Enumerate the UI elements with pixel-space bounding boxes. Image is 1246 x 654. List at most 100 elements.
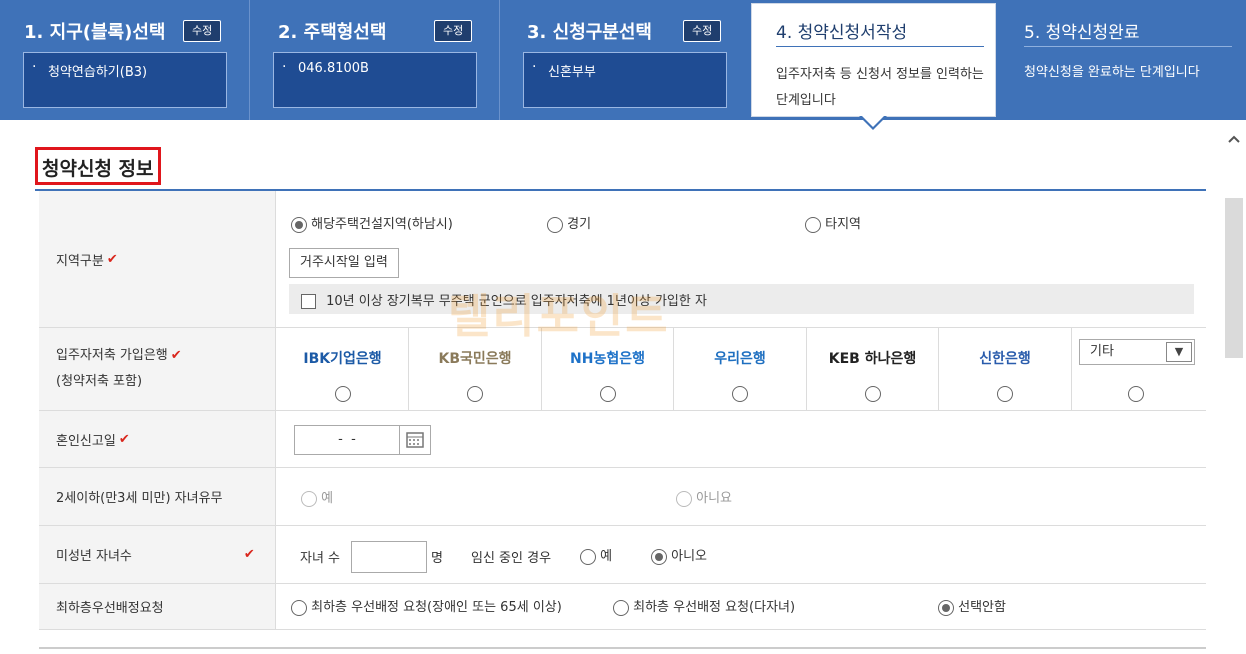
floor-option-disabled-elderly[interactable]: 최하층 우선배정 요청(장애인 또는 65세 이상) <box>291 596 562 616</box>
step-1-edit-button[interactable]: 수정 <box>183 20 222 42</box>
step-3-edit-button[interactable]: 수정 <box>683 20 722 42</box>
bank-woori[interactable]: 우리은행 <box>674 328 807 410</box>
region-option-gyeonggi[interactable]: 경기 <box>547 213 591 233</box>
bank-keb-radio[interactable] <box>864 386 881 402</box>
floor-label-text: 최하층우선배정요청 <box>56 601 164 616</box>
bank-other-radio[interactable] <box>1128 386 1144 402</box>
divider <box>776 46 984 47</box>
radio-icon[interactable] <box>291 599 307 616</box>
radio-icon[interactable] <box>676 490 692 507</box>
nh-logo: NH농협은행 <box>570 351 645 367</box>
residence-start-date-button[interactable]: 거주시작일 입력 <box>289 248 399 278</box>
pregnancy-option-no[interactable]: 아니오 <box>651 545 707 565</box>
floor-option-none[interactable]: 선택안함 <box>938 596 1006 616</box>
marriage-label: 혼인신고일 ✔ <box>39 411 276 467</box>
bank-other-select-value: 기타 <box>1090 344 1114 359</box>
calendar-button[interactable] <box>399 425 431 455</box>
scrollbar-thumb[interactable] <box>1225 198 1243 358</box>
step-3-title: 3. 신청구분선택 <box>527 22 652 43</box>
bank-shinhan[interactable]: 신한은행 <box>939 328 1072 410</box>
pregnancy-option-yes-label: 예 <box>600 549 613 564</box>
step-1-title: 1. 지구(블록)선택 <box>24 22 166 43</box>
infant-option-no-label: 아니요 <box>696 491 733 506</box>
children-row: 미성년 자녀수 ✔ 자녀 수 명 임신 중인 경우 예 아니오 <box>39 526 1206 584</box>
step-1: 1. 지구(블록)선택 수정 청약연습하기(B3) <box>0 0 249 120</box>
floor-row: 최하층우선배정요청 최하층 우선배정 요청(장애인 또는 65세 이상) 최하층… <box>39 584 1206 630</box>
infant-label-text: 2세이하(만3세 미만) 자녀유무 <box>56 491 223 506</box>
step-2: 2. 주택형선택 수정 046.8100B <box>250 0 499 120</box>
bank-keb[interactable]: KEB 하나은행 <box>807 328 939 410</box>
section-title: 청약신청 정보 <box>35 147 161 185</box>
bank-ibk[interactable]: IBK기업은행 <box>277 328 409 410</box>
step-5-title: 5. 청약신청완료 <box>1024 23 1140 43</box>
region-option-local-label: 해당주택건설지역(하남시) <box>311 217 453 232</box>
children-count-input[interactable] <box>351 541 427 573</box>
ibk-logo: IBK기업은행 <box>303 351 382 367</box>
divider <box>39 647 1206 649</box>
bank-shinhan-radio[interactable] <box>997 386 1013 402</box>
kb-logo: KB국민은행 <box>438 351 512 367</box>
pregnancy-option-yes[interactable]: 예 <box>580 545 612 565</box>
radio-icon[interactable] <box>301 490 317 507</box>
step-2-edit-button[interactable]: 수정 <box>434 20 473 42</box>
marriage-label-text: 혼인신고일 <box>56 433 116 449</box>
step-2-title: 2. 주택형선택 <box>278 22 387 43</box>
region-option-gyeonggi-label: 경기 <box>567 217 592 232</box>
floor-option-1-label: 최하층 우선배정 요청(장애인 또는 65세 이상) <box>311 600 562 615</box>
step-4-description: 입주자저축 등 신청서 정보를 인력하는 단계입니다 <box>776 67 984 108</box>
scroll-up-icon[interactable] <box>1227 134 1241 144</box>
woori-logo: 우리은행 <box>714 351 766 367</box>
step-3-value: 신혼부부 <box>523 52 727 108</box>
radio-icon[interactable] <box>291 216 307 233</box>
divider <box>1024 46 1232 47</box>
floor-option-2-label: 최하층 우선배정 요청(다자녀) <box>633 600 796 615</box>
pregnancy-option-no-label: 아니오 <box>671 549 708 564</box>
children-count-unit: 명 <box>431 551 443 566</box>
bank-label: 입주자저축 가입은행 ✔ (청약저축 포함) <box>39 328 276 410</box>
watermark: 텔리포인트 <box>448 289 670 343</box>
radio-icon[interactable] <box>805 216 821 233</box>
infant-option-yes-label: 예 <box>321 491 334 506</box>
shinhan-logo: 신한은행 <box>979 351 1031 367</box>
required-check-icon: ✔ <box>243 547 255 562</box>
region-option-local[interactable]: 해당주택건설지역(하남시) <box>291 213 453 233</box>
military-checkbox-row[interactable]: 10년 이상 장기복무 무주택 군인으로 입주자저축에 1년이상 가입한 자 <box>289 284 1194 314</box>
step-navigation: 1. 지구(블록)선택 수정 청약연습하기(B3) 2. 주택형선택 수정 04… <box>0 0 1246 120</box>
pregnancy-label: 임신 중인 경우 <box>471 551 552 566</box>
floor-option-3-label: 선택안함 <box>958 600 1006 615</box>
bank-nh-radio[interactable] <box>599 386 616 402</box>
radio-icon[interactable] <box>580 548 596 565</box>
bank-ibk-radio[interactable] <box>334 386 351 402</box>
step-4-title: 4. 청약신청서작성 <box>776 23 908 43</box>
bank-woori-radio[interactable] <box>732 386 748 402</box>
children-count-label: 자녀 수 <box>300 551 341 566</box>
bank-label-sub: (청약저축 포함) <box>56 374 143 389</box>
infant-label: 2세이하(만3세 미만) 자녀유무 <box>39 468 276 525</box>
region-label: 지역구분 ✔ <box>39 191 276 327</box>
infant-option-no[interactable]: 아니요 <box>676 487 732 507</box>
bank-kb-radio[interactable] <box>467 386 483 402</box>
bank-other-select[interactable]: 기타 ▼ <box>1079 339 1195 365</box>
radio-icon[interactable] <box>651 548 667 565</box>
chevron-down-icon[interactable]: ▼ <box>1166 342 1192 362</box>
active-step-pointer <box>859 115 887 130</box>
marriage-date-input[interactable]: - - <box>294 425 400 455</box>
scrollbar[interactable] <box>1222 130 1246 654</box>
region-option-other-label: 타지역 <box>825 217 862 232</box>
bank-label-text: 입주자저축 가입은행 <box>56 348 168 363</box>
step-4-active: 4. 청약신청서작성 입주자저축 등 신청서 정보를 인력하는 단계입니다 <box>751 3 996 117</box>
children-label: 미성년 자녀수 ✔ <box>39 526 276 583</box>
region-option-other[interactable]: 타지역 <box>805 213 861 233</box>
marriage-row: 혼인신고일 ✔ - - <box>39 411 1206 468</box>
radio-icon[interactable] <box>613 599 629 616</box>
infant-option-yes[interactable]: 예 <box>301 487 333 507</box>
step-2-value: 046.8100B <box>273 52 477 108</box>
radio-icon[interactable] <box>547 216 563 233</box>
step-3: 3. 신청구분선택 수정 신혼부부 <box>500 0 749 120</box>
floor-label: 최하층우선배정요청 <box>39 584 276 629</box>
checkbox-icon[interactable] <box>301 294 316 309</box>
radio-icon[interactable] <box>938 599 954 616</box>
children-label-text: 미성년 자녀수 <box>56 549 132 564</box>
infant-row: 2세이하(만3세 미만) 자녀유무 예 아니요 <box>39 468 1206 526</box>
floor-option-multichild[interactable]: 최하층 우선배정 요청(다자녀) <box>613 596 795 616</box>
